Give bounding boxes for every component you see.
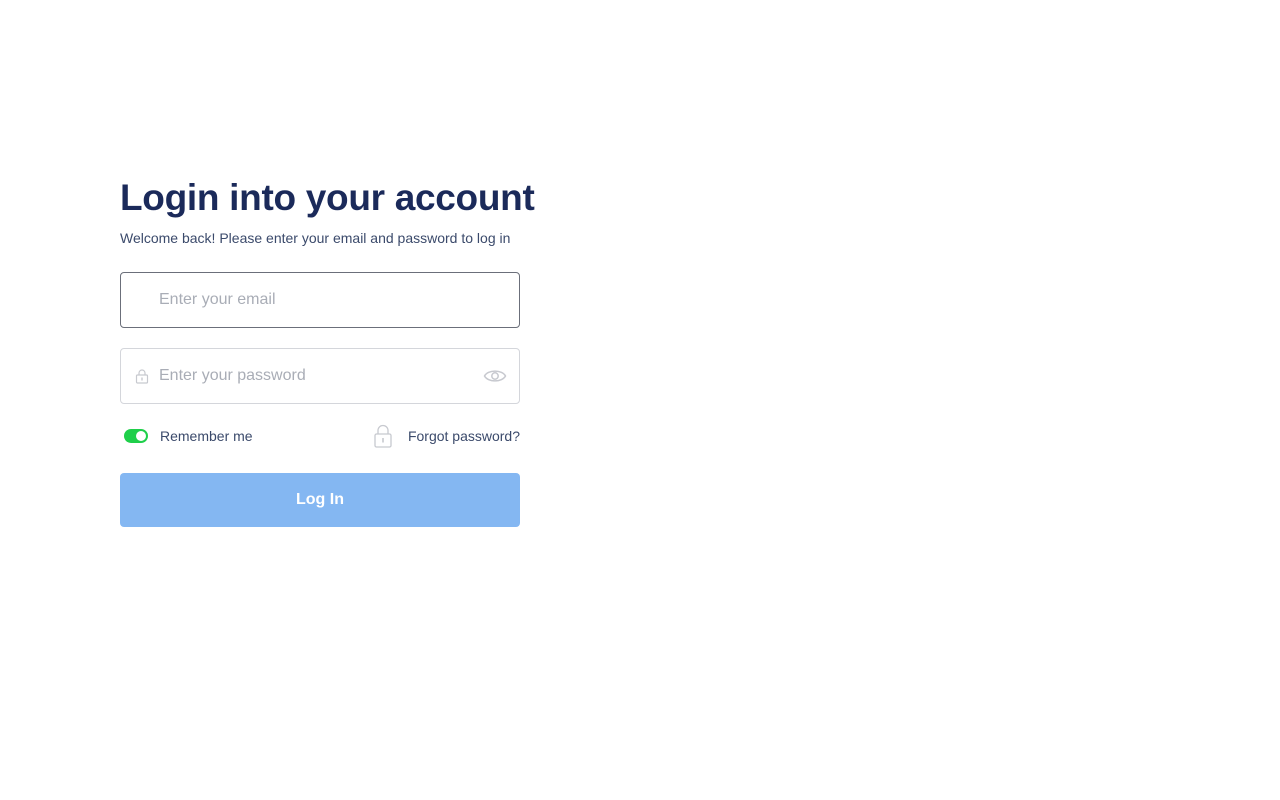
forgot-password-link[interactable]: Forgot password?: [408, 427, 520, 445]
options-row: Remember me Forgot password?: [120, 424, 520, 448]
email-field[interactable]: [120, 272, 520, 328]
login-panel: Login into your account Welcome back! Pl…: [120, 176, 535, 527]
toggle-knob: [136, 431, 146, 441]
email-input[interactable]: [159, 273, 459, 327]
remember-me-toggle[interactable]: [124, 429, 148, 443]
eye-icon[interactable]: [483, 366, 507, 386]
lock-icon: [134, 368, 150, 384]
lock-icon: [373, 424, 393, 448]
remember-me-label[interactable]: Remember me: [160, 427, 253, 445]
login-button[interactable]: Log In: [120, 473, 520, 527]
page-title: Login into your account: [120, 177, 535, 218]
page-subtitle: Welcome back! Please enter your email an…: [120, 230, 511, 246]
password-field[interactable]: [120, 348, 520, 404]
password-input[interactable]: [159, 349, 459, 403]
